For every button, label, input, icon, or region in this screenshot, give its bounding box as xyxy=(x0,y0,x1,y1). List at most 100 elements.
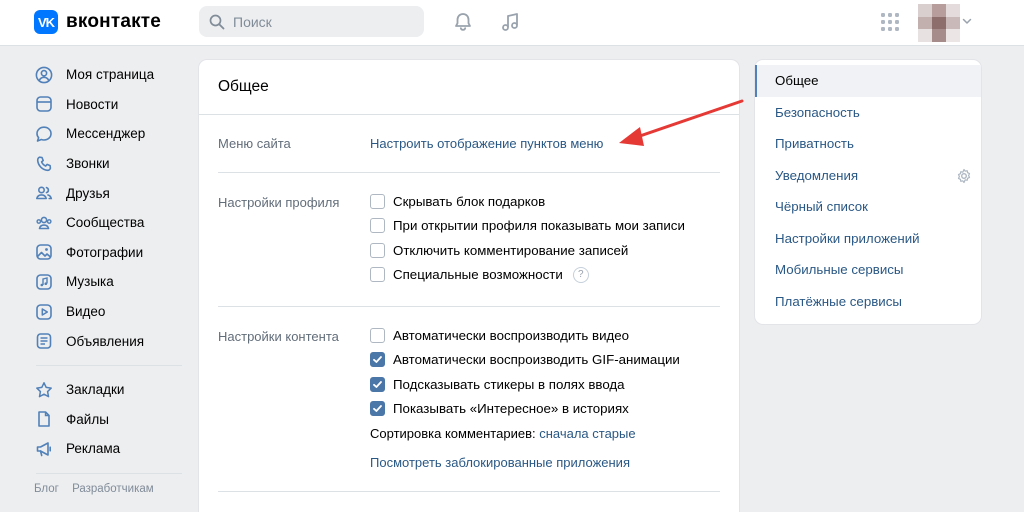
sidebar-item-ads[interactable]: Объявления xyxy=(34,326,184,356)
option-label: Показывать «Интересное» в историях xyxy=(393,401,629,416)
divider xyxy=(218,306,720,307)
site-menu-label: Меню сайта xyxy=(218,136,291,151)
page-title: Общее xyxy=(218,78,269,95)
blocked-apps-link[interactable]: Посмотреть заблокированные приложения xyxy=(370,455,630,470)
sidebar-item-communities[interactable]: Сообщества xyxy=(34,208,184,238)
sidebar-footer: Блог Разработчикам xyxy=(34,483,184,495)
ads-icon xyxy=(34,331,54,351)
sidebar-item-label: Файлы xyxy=(66,411,109,427)
gear-icon[interactable] xyxy=(956,168,972,184)
sidebar-item-calls[interactable]: Звонки xyxy=(34,149,184,179)
video-icon xyxy=(34,302,54,322)
profile-settings-label: Настройки профиля xyxy=(218,195,340,210)
option-suggest-stickers[interactable]: Подсказывать стикеры в полях ввода xyxy=(370,374,625,394)
menu-item-notifications[interactable]: Уведомления xyxy=(755,160,981,192)
search-box[interactable] xyxy=(199,6,424,37)
sidebar-item-friends[interactable]: Друзья xyxy=(34,178,184,208)
message-icon xyxy=(34,124,54,144)
vk-logo[interactable]: VK вконтакте xyxy=(34,10,161,34)
sidebar-item-label: Друзья xyxy=(66,185,110,201)
sidebar-divider xyxy=(36,364,182,366)
megaphone-icon xyxy=(34,439,54,459)
menu-item-label: Уведомления xyxy=(775,167,859,183)
search-icon xyxy=(209,14,225,29)
option-show-interesting[interactable]: Показывать «Интересное» в историях xyxy=(370,399,629,419)
menu-item-app-settings[interactable]: Настройки приложений xyxy=(755,223,981,255)
checkbox-unchecked[interactable] xyxy=(370,327,385,343)
footer-link-blog[interactable]: Блог xyxy=(34,483,59,495)
user-circle-icon xyxy=(34,65,54,85)
checkbox-checked[interactable] xyxy=(370,401,385,416)
chevron-down-icon[interactable] xyxy=(962,14,972,28)
option-label: Подсказывать стикеры в полях ввода xyxy=(393,376,625,392)
friends-icon xyxy=(34,183,54,203)
sidebar-item-label: Реклама xyxy=(66,441,121,457)
music-icon xyxy=(34,272,54,292)
settings-menu: Общее Безопасность Приватность Уведомлен… xyxy=(755,60,981,324)
sidebar-item-files[interactable]: Файлы xyxy=(34,405,184,435)
divider xyxy=(218,172,720,173)
checkbox-unchecked[interactable] xyxy=(370,267,385,282)
sidebar-item-news[interactable]: Новости xyxy=(34,90,184,120)
vk-logo-mark: VK xyxy=(34,10,58,34)
vk-logo-text: вконтакте xyxy=(66,11,162,32)
search-input[interactable] xyxy=(233,13,413,30)
footer-link-developers[interactable]: Разработчикам xyxy=(72,483,154,495)
option-label: При открытии профиля показывать мои запи… xyxy=(393,218,685,233)
sidebar-item-photos[interactable]: Фотографии xyxy=(34,238,184,268)
checkbox-unchecked[interactable] xyxy=(370,193,385,209)
star-icon xyxy=(34,380,54,400)
sidebar-item-advertising[interactable]: Реклама xyxy=(34,434,184,464)
apps-grid-icon[interactable] xyxy=(880,12,900,32)
sidebar-item-label: Музыка xyxy=(66,274,114,290)
sidebar-item-bookmarks[interactable]: Закладки xyxy=(34,375,184,405)
phone-icon xyxy=(34,154,54,174)
sidebar-item-music[interactable]: Музыка xyxy=(34,267,184,297)
menu-item-mobile-services[interactable]: Мобильные сервисы xyxy=(755,254,981,286)
sidebar-item-label: Сообщества xyxy=(66,215,145,231)
checkbox-checked[interactable] xyxy=(370,376,385,392)
option-disable-comments[interactable]: Отключить комментирование записей xyxy=(370,240,628,260)
option-hide-gifts[interactable]: Скрывать блок подарков xyxy=(370,191,545,211)
configure-menu-link[interactable]: Настроить отображение пунктов меню xyxy=(370,136,603,151)
photo-icon xyxy=(34,242,54,262)
checkmark-icon xyxy=(373,380,382,388)
bell-icon[interactable] xyxy=(451,10,475,34)
option-autoplay-gif[interactable]: Автоматически воспроизводить GIF-анимаци… xyxy=(370,350,680,370)
menu-item-security[interactable]: Безопасность xyxy=(755,97,981,129)
left-sidebar: Моя страница Новости Мессенджер Звонки Д… xyxy=(34,60,184,495)
sidebar-divider xyxy=(36,472,182,474)
sidebar-item-label: Закладки xyxy=(66,382,125,398)
checkbox-unchecked[interactable] xyxy=(370,242,385,258)
settings-card: Общее Меню сайта Настроить отображение п… xyxy=(199,60,739,512)
sidebar-item-label: Звонки xyxy=(66,156,110,172)
comment-sort-row: Сортировка комментариев: сначала старые xyxy=(370,426,636,441)
sidebar-item-label: Моя страница xyxy=(66,67,155,83)
divider xyxy=(218,491,720,492)
sidebar-item-my-page[interactable]: Моя страница xyxy=(34,60,184,90)
divider xyxy=(199,114,739,115)
sidebar-item-messenger[interactable]: Мессенджер xyxy=(34,119,184,149)
help-icon[interactable]: ? xyxy=(572,266,589,283)
file-icon xyxy=(34,409,54,429)
option-accessibility[interactable]: Специальные возможности ? xyxy=(370,265,589,285)
option-autoplay-video[interactable]: Автоматически воспроизводить видео xyxy=(370,325,629,345)
communities-icon xyxy=(34,213,54,233)
menu-item-blacklist[interactable]: Чёрный список xyxy=(755,191,981,223)
menu-item-privacy[interactable]: Приватность xyxy=(755,128,981,160)
checkmark-icon xyxy=(373,356,382,363)
news-icon xyxy=(34,94,54,114)
menu-item-payment-services[interactable]: Платёжные сервисы xyxy=(755,286,981,318)
option-label: Скрывать блок подарков xyxy=(393,193,546,209)
comment-sort-value[interactable]: сначала старые xyxy=(539,426,635,441)
content-settings-label: Настройки контента xyxy=(218,329,339,344)
option-label: Автоматически воспроизводить GIF-анимаци… xyxy=(393,352,680,367)
menu-item-general[interactable]: Общее xyxy=(755,65,981,97)
checkbox-checked[interactable] xyxy=(370,352,385,367)
avatar[interactable] xyxy=(918,4,960,42)
checkbox-unchecked[interactable] xyxy=(370,218,385,233)
sidebar-item-label: Видео xyxy=(66,304,106,320)
music-icon[interactable] xyxy=(498,10,522,34)
sidebar-item-video[interactable]: Видео xyxy=(34,297,184,327)
option-show-my-posts[interactable]: При открытии профиля показывать мои запи… xyxy=(370,216,685,236)
